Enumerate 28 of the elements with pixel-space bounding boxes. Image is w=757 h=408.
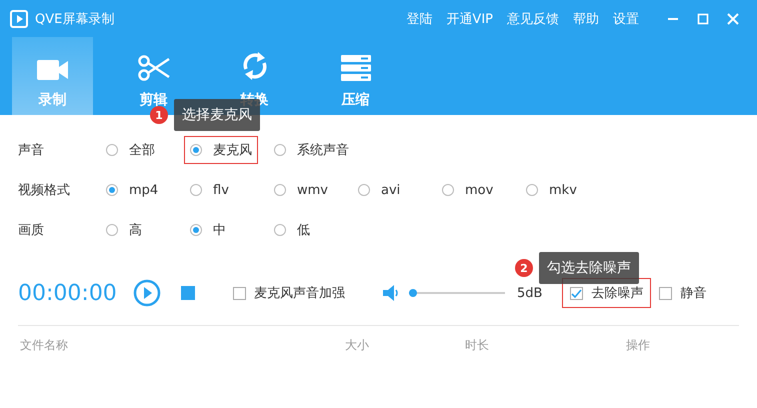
column-header: 操作 <box>626 337 650 354</box>
option-label: mp4 <box>129 182 158 198</box>
column-header: 文件名称 <box>20 337 69 354</box>
volume-reading: 5dB <box>517 286 542 300</box>
option-label: mkv <box>549 182 577 198</box>
setting-label: 视频格式 <box>18 182 71 199</box>
option-label: avi <box>381 182 400 198</box>
option-label: 麦克风 <box>213 142 252 159</box>
checkbox-label: 静音 <box>680 285 706 302</box>
tooltip: 勾选去除噪声 <box>539 252 639 284</box>
setting-label: 声音 <box>18 142 45 159</box>
column-header: 时长 <box>465 337 490 354</box>
option-label: 低 <box>297 222 310 239</box>
option-label: mov <box>465 182 494 198</box>
column-header: 大小 <box>345 337 370 354</box>
option-label: wmv <box>297 182 328 198</box>
checkbox-label: 去除噪声 <box>591 285 644 302</box>
option-label: 中 <box>213 222 226 239</box>
window-title: QVE屏幕录制 <box>35 10 114 28</box>
step-badge: 2 <box>515 259 533 277</box>
step-badge: 1 <box>150 106 168 124</box>
option-label: 系统声音 <box>297 142 349 159</box>
option-label: 全部 <box>129 142 155 159</box>
option-label: flv <box>213 182 229 198</box>
checkbox-label: 麦克风声音加强 <box>254 285 345 302</box>
timer: 00:00:00 <box>18 280 118 306</box>
option-label: 高 <box>129 222 142 239</box>
setting-label: 画质 <box>18 222 45 239</box>
